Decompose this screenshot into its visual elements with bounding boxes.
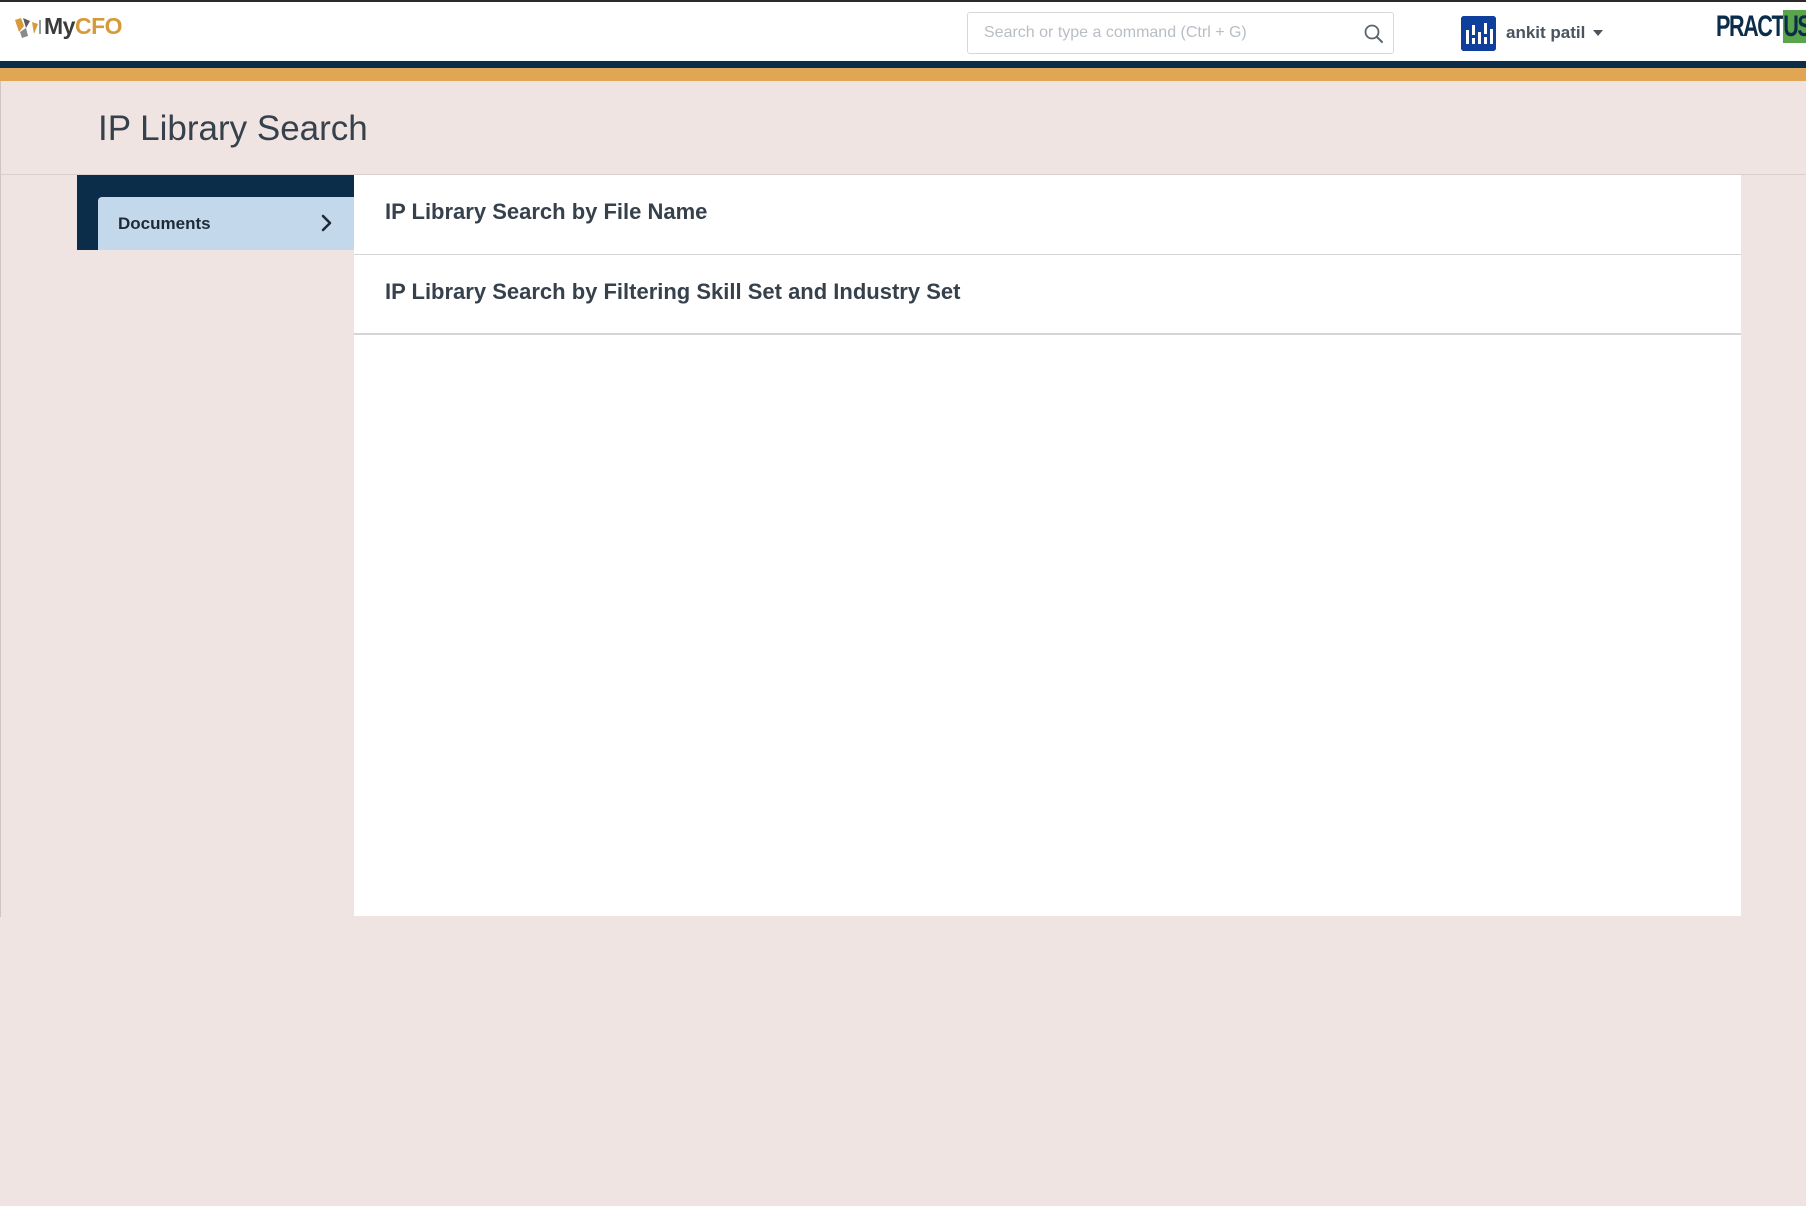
- page-title: IP Library Search: [98, 109, 368, 148]
- navbar-stripe-dark: [0, 61, 1806, 68]
- search-icon[interactable]: [1363, 23, 1385, 45]
- avatar: [1461, 15, 1496, 51]
- brand-name: MyCFO: [44, 13, 123, 39]
- sidebar-item-label: Documents: [118, 214, 211, 233]
- navbar-stripe-gold: [0, 68, 1806, 81]
- page-head: IP Library Search: [0, 81, 1806, 175]
- caret-down-icon: [1593, 30, 1604, 36]
- brand-mark-icon: [12, 12, 42, 42]
- sidebar-item-documents[interactable]: Documents: [98, 197, 354, 250]
- awesome-bar: [967, 12, 1394, 54]
- list-item-label: IP Library Search by Filtering Skill Set…: [385, 279, 961, 304]
- partner-logo: PRACTUS: [1716, 10, 1806, 52]
- user-dropdown[interactable]: ankit patil: [1461, 15, 1604, 51]
- user-name: ankit patil: [1506, 23, 1586, 42]
- page-left-border: [0, 175, 1, 917]
- list-item-search-by-skill-industry[interactable]: IP Library Search by Filtering Skill Set…: [354, 255, 1741, 335]
- chevron-right-icon: [320, 214, 334, 232]
- brand-logo[interactable]: MyCFO: [12, 12, 132, 52]
- list-item-search-by-file-name[interactable]: IP Library Search by File Name: [354, 175, 1741, 255]
- main-panel: IP Library Search by File Name IP Librar…: [354, 175, 1741, 916]
- sidebar: Documents: [77, 175, 354, 250]
- top-navbar: MyCFO ankit patil PRACT: [0, 0, 1806, 61]
- search-input[interactable]: [968, 13, 1348, 53]
- list-item-label: IP Library Search by File Name: [385, 199, 708, 224]
- partner-logo-wordmark: PRACTUS: [1716, 10, 1806, 43]
